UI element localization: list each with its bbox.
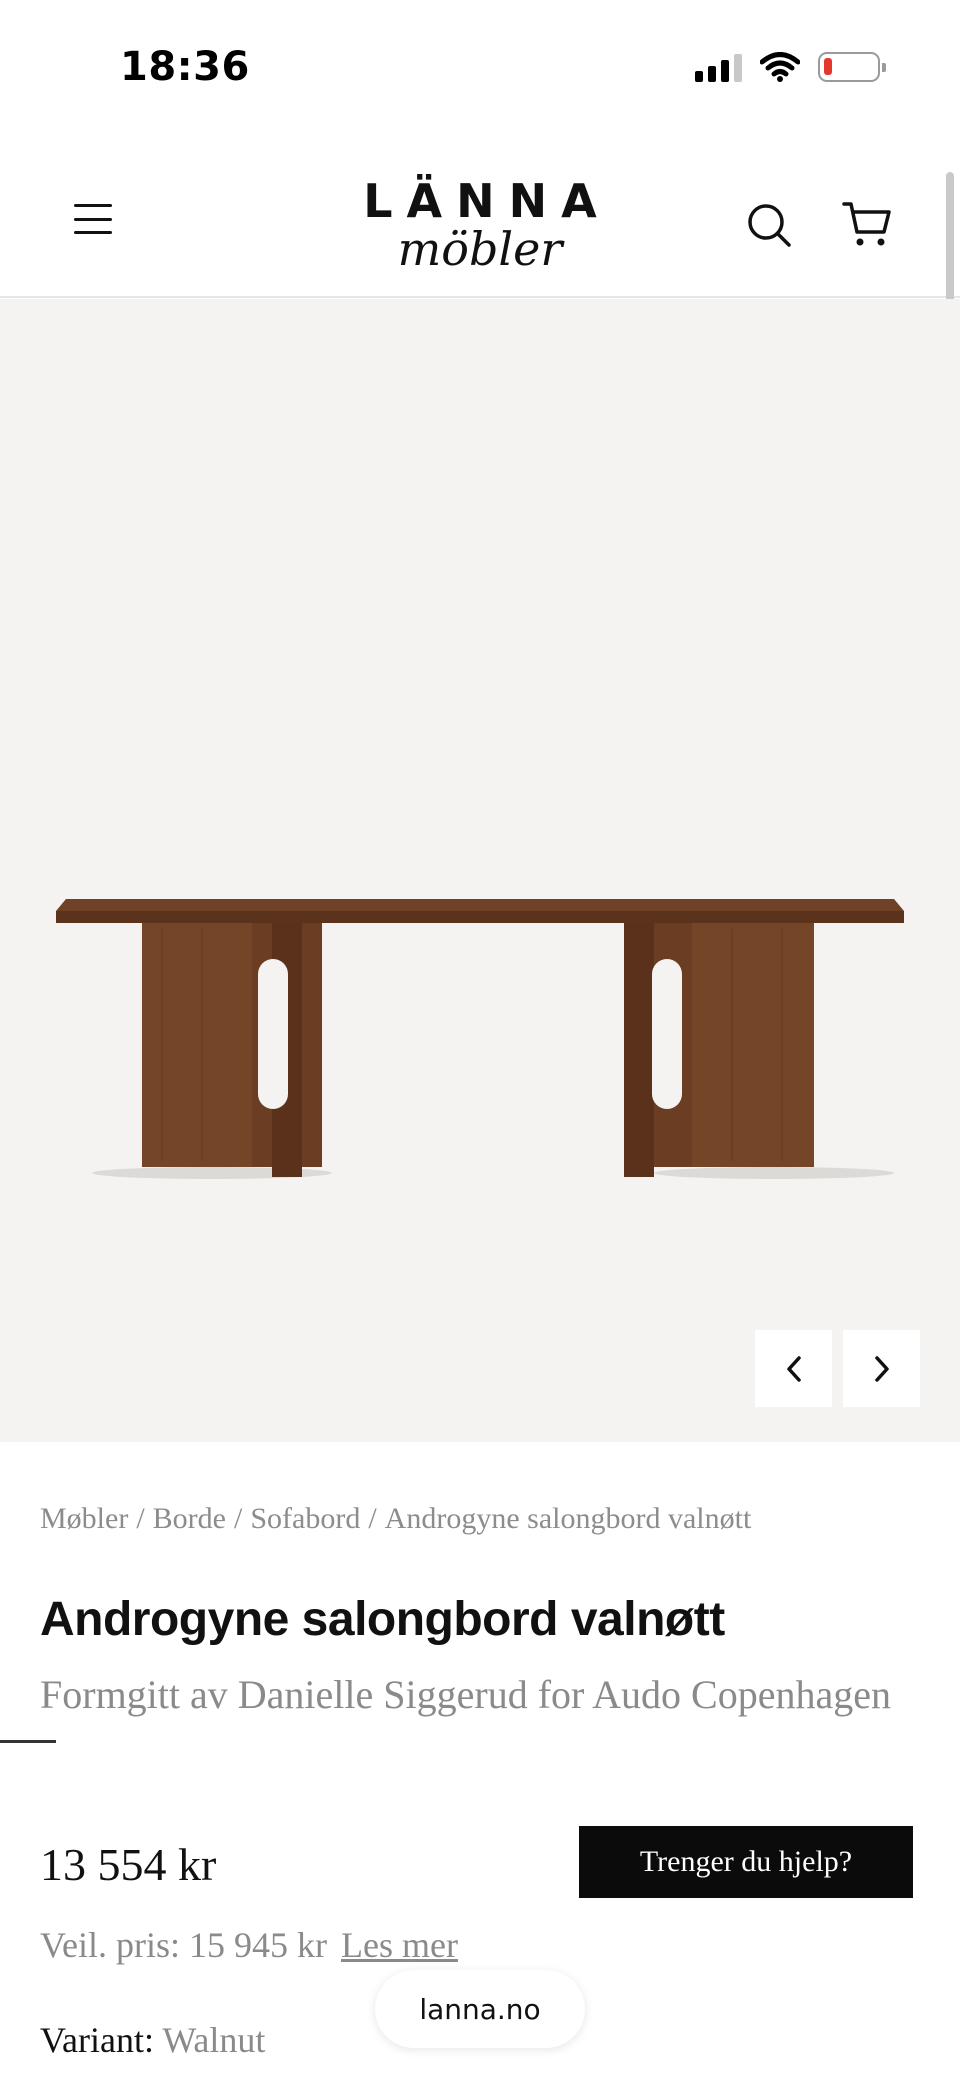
breadcrumb-separator: / — [136, 1502, 145, 1535]
gallery-prev-button[interactable] — [755, 1330, 832, 1407]
logo-wordmark: LÄNNA — [363, 174, 611, 228]
gallery-next-button[interactable] — [843, 1330, 920, 1407]
breadcrumb-item-current: Androgyne salongbord valnøtt — [384, 1502, 752, 1535]
breadcrumb-item-sofabord[interactable]: Sofabord — [250, 1502, 360, 1535]
cart-icon[interactable] — [842, 200, 892, 248]
recommended-price: Veil. pris: 15 945 kr Les mer — [40, 1924, 458, 1966]
variant-label: Variant: — [40, 2020, 154, 2060]
battery-low-icon — [818, 52, 886, 82]
product-gallery — [0, 299, 960, 1743]
variant-selector[interactable]: Variant: Walnut — [40, 2019, 265, 2061]
breadcrumb-separator: / — [368, 1502, 377, 1535]
variant-value: Walnut — [162, 2020, 266, 2060]
site-header: LÄNNA möbler — [0, 140, 960, 298]
slide-indicator — [0, 1740, 56, 1743]
breadcrumb-separator: / — [234, 1502, 243, 1535]
read-more-link[interactable]: Les mer — [341, 1925, 458, 1965]
rrp-label: Veil. pris: 15 945 kr — [40, 1925, 327, 1965]
chevron-right-icon — [874, 1355, 889, 1382]
wifi-icon — [760, 52, 800, 82]
site-logo[interactable]: LÄNNA möbler — [0, 178, 960, 272]
status-icons — [695, 52, 886, 82]
status-time: 18:36 — [120, 44, 250, 90]
chevron-left-icon — [786, 1355, 801, 1382]
breadcrumb-item-mobler[interactable]: Møbler — [40, 1502, 128, 1535]
product-image — [56, 899, 904, 1179]
cellular-signal-icon — [695, 52, 742, 82]
search-icon[interactable] — [746, 202, 792, 248]
product-designer: Formgitt av Danielle Siggerud for Audo C… — [40, 1672, 891, 1717]
browser-url-bar[interactable]: lanna.no — [375, 1970, 585, 2048]
breadcrumb: Møbler / Borde / Sofabord / Androgyne salongbo… — [40, 1502, 751, 1536]
product-title: Androgyne salongbord valnøtt — [40, 1593, 725, 1646]
status-bar: 18:36 — [0, 0, 960, 140]
logo-subtitle: möbler — [397, 222, 563, 276]
breadcrumb-item-borde[interactable]: Borde — [153, 1502, 226, 1535]
help-button[interactable]: Trenger du hjelp? — [579, 1826, 913, 1898]
product-price: 13 554 kr — [40, 1839, 217, 1890]
